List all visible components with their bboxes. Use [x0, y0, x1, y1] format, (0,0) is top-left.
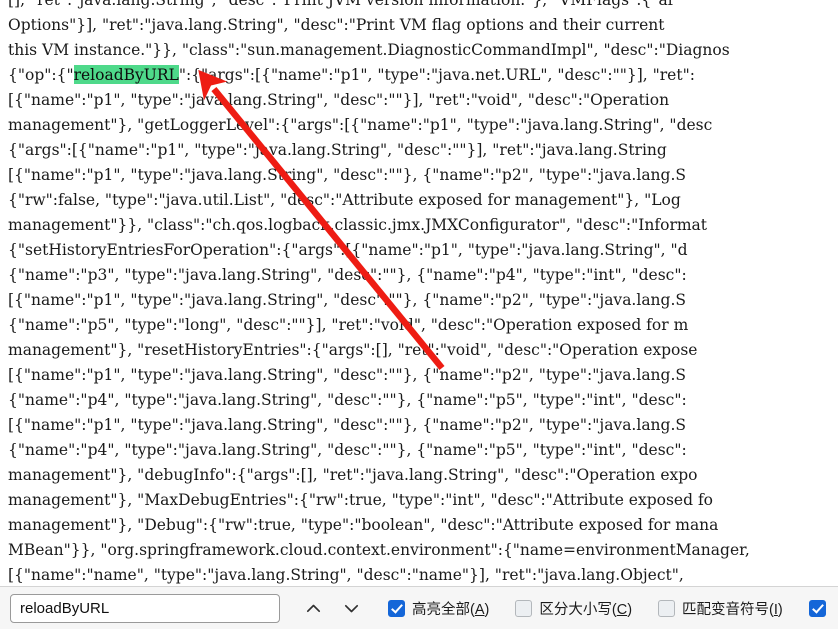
- page-content-viewport[interactable]: [], "ret":"java.lang.String", "desc":"Pr…: [0, 0, 838, 586]
- json-text-line: management"}, "Debug":{"rw":true, "type"…: [8, 516, 719, 534]
- option-match-diacritics[interactable]: 匹配变音符号(I): [658, 593, 783, 623]
- highlight-all-label: 高亮全部(A): [412, 601, 490, 618]
- find-next-button[interactable]: [334, 593, 368, 623]
- highlight-all-checkbox[interactable]: [388, 599, 405, 617]
- find-match-highlight: reloadByURL: [73, 65, 179, 84]
- json-text-line: {"args":[{"name":"p1", "type":"java.lang…: [8, 141, 667, 159]
- json-text-line: [{"name":"name", "type":"java.lang.Strin…: [8, 566, 684, 584]
- find-input[interactable]: [11, 594, 279, 622]
- json-text-line: {"rw":false, "type":"java.util.List", "d…: [8, 191, 681, 209]
- find-in-page-bar: 高亮全部(A) 区分大小写(C) 匹配变音符号(I): [0, 586, 838, 629]
- option-highlight-all[interactable]: 高亮全部(A): [388, 593, 489, 623]
- json-text-line: this VM instance."}}, "class":"sun.manag…: [8, 41, 730, 59]
- whole-words-checkbox[interactable]: [808, 599, 826, 617]
- json-text-line: [{"name":"p1", "type":"java.lang.String"…: [8, 291, 687, 309]
- json-text-line: [{"name":"p1", "type":"java.lang.String"…: [8, 416, 687, 434]
- json-text-line: [{"name":"p1", "type":"java.lang.String"…: [8, 166, 687, 184]
- json-response-text: [], "ret":"java.lang.String", "desc":"Pr…: [8, 0, 838, 586]
- find-previous-button[interactable]: [296, 593, 330, 623]
- json-text-line: [{"name":"p1", "type":"java.lang.String"…: [8, 366, 687, 384]
- chevron-up-icon: [306, 604, 320, 612]
- json-text-line: {"setHistoryEntriesForOperation":{"args"…: [8, 241, 688, 259]
- match-case-checkbox[interactable]: [515, 599, 533, 617]
- json-text-line: management"}, "debugInfo":{"args":[], "r…: [8, 466, 698, 484]
- json-text-line: management"}}, "class":"ch.qos.logback.c…: [8, 216, 708, 234]
- json-text-line: management"}, "resetHistoryEntries":{"ar…: [8, 341, 698, 359]
- option-match-case[interactable]: 区分大小写(C): [515, 593, 632, 623]
- option-whole-words[interactable]: [808, 593, 826, 623]
- json-text-line: {"name":"p3", "type":"java.lang.String",…: [8, 266, 687, 284]
- match-case-label: 区分大小写(C): [539, 601, 633, 618]
- json-text-line: {"name":"p4", "type":"java.lang.String",…: [8, 391, 687, 409]
- find-input-wrapper[interactable]: [10, 593, 280, 623]
- json-text-line: {"name":"p5", "type":"long", "desc":""}]…: [8, 316, 689, 334]
- match-diacritics-checkbox[interactable]: [658, 599, 676, 617]
- json-text-line: Options"}], "ret":"java.lang.String", "d…: [8, 16, 665, 34]
- json-text-line: [{"name":"p1", "type":"java.lang.String"…: [8, 91, 670, 109]
- match-diacritics-label: 匹配变音符号(I): [682, 601, 783, 618]
- json-text-line: management"}, "getLoggerLevel":{"args":[…: [8, 116, 713, 134]
- json-text-line: {"op":{"reloadByURL":{"args":[{"name":"p…: [8, 65, 695, 84]
- json-text-line: MBean"}}, "org.springframework.cloud.con…: [8, 541, 750, 559]
- chevron-down-icon: [344, 604, 358, 612]
- json-text-line: [], "ret":"java.lang.String", "desc":"Pr…: [8, 0, 676, 9]
- json-text-line: management"}, "MaxDebugEntries":{"rw":tr…: [8, 491, 714, 509]
- json-text-line: {"name":"p4", "type":"java.lang.String",…: [8, 441, 687, 459]
